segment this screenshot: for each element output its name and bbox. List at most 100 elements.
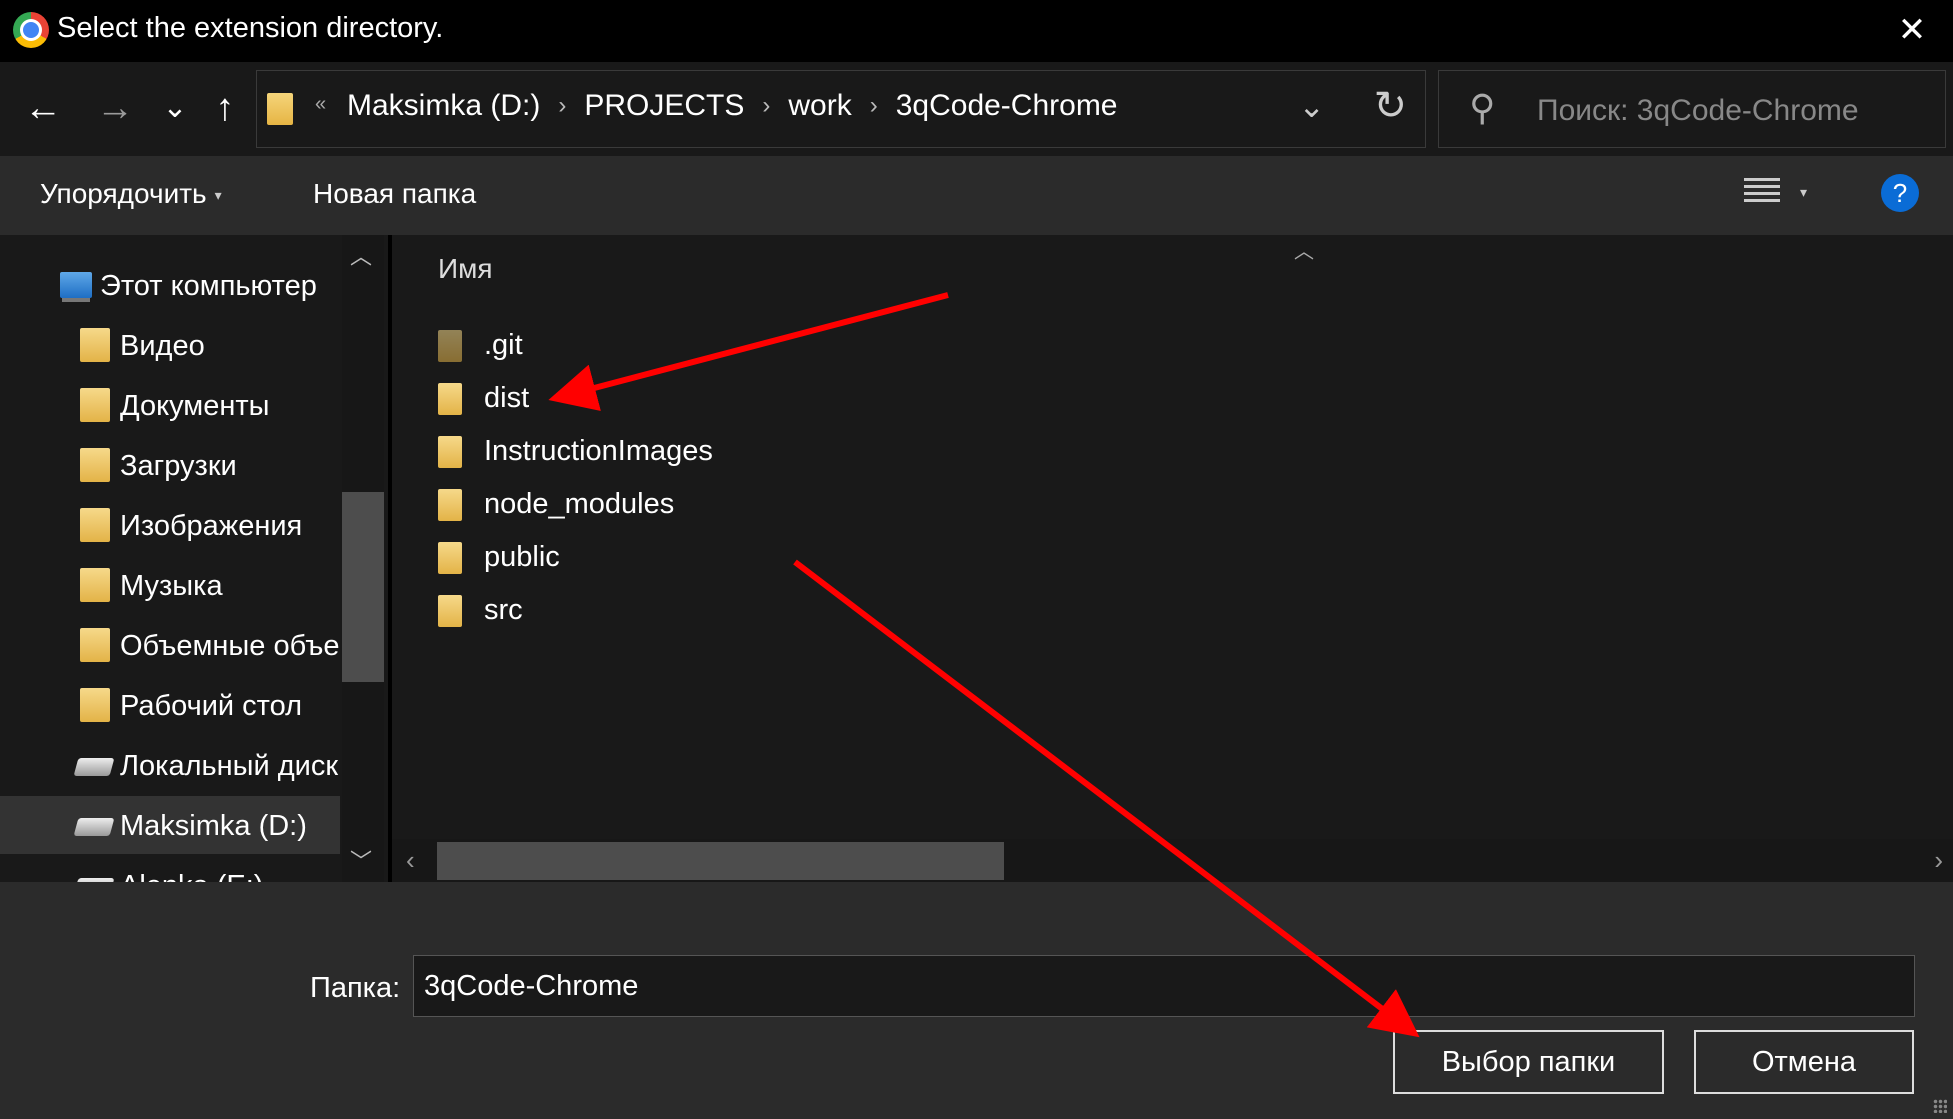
nav-item-label: Музыка	[120, 570, 223, 602]
address-row: ← → ⌄ ↑ « Maksimka (D:) › PROJECTS › wor…	[0, 62, 1953, 156]
organize-label: Упорядочить	[40, 178, 207, 209]
caret-down-icon[interactable]: ▾	[1800, 184, 1807, 201]
folder-icon	[438, 542, 462, 574]
nav-item-label: Alenka (E:)	[120, 870, 263, 882]
breadcrumb-separator-icon[interactable]: ›	[870, 92, 878, 120]
navigation-pane: Этот компьютер Видео Документы Загрузки …	[0, 235, 388, 882]
nav-item-this-pc[interactable]: Этот компьютер	[0, 256, 340, 314]
window-title: Select the extension directory.	[57, 12, 444, 44]
chevron-up-icon[interactable]: ︿	[350, 239, 372, 271]
help-button[interactable]: ?	[1881, 174, 1919, 212]
breadcrumb-item-current[interactable]: 3qCode-Chrome	[896, 89, 1118, 123]
chevron-down-icon[interactable]: ⌄	[1298, 87, 1325, 125]
3d-objects-folder-icon	[80, 628, 110, 662]
organize-button[interactable]: Упорядочить ▾	[40, 178, 222, 210]
breadcrumb-item-work[interactable]: work	[788, 89, 851, 123]
nav-item-music[interactable]: Музыка	[0, 556, 340, 614]
column-header-name[interactable]: Имя	[438, 253, 493, 285]
file-row-node-modules[interactable]: node_modules	[432, 479, 1032, 529]
nav-item-label: Этот компьютер	[100, 270, 317, 302]
new-folder-button[interactable]: Новая папка	[313, 178, 476, 210]
nav-item-label: Maksimka (D:)	[120, 810, 307, 842]
file-name: public	[484, 541, 560, 573]
overflow-chevron-icon[interactable]: «	[315, 93, 326, 116]
nav-item-label: Документы	[120, 390, 270, 422]
file-name: dist	[484, 382, 530, 414]
folder-icon	[438, 383, 462, 415]
nav-item-label: Рабочий стол	[120, 690, 303, 722]
file-row-git[interactable]: .git	[432, 320, 1032, 370]
close-icon[interactable]: ✕	[1893, 11, 1931, 49]
chevron-left-icon[interactable]: ‹	[406, 845, 415, 876]
breadcrumb: Maksimka (D:) › PROJECTS › work › 3qCode…	[347, 89, 1118, 123]
chevron-right-icon[interactable]: ›	[1934, 845, 1943, 876]
nav-item-maksimka-drive[interactable]: Maksimka (D:)	[0, 796, 340, 854]
nav-item-alenka-drive[interactable]: Alenka (E:)	[0, 856, 340, 882]
title-bar: Select the extension directory. ✕	[0, 0, 1953, 62]
forward-arrow-icon[interactable]: →	[90, 84, 140, 132]
nav-item-label: Видео	[120, 330, 205, 362]
address-bar[interactable]: « Maksimka (D:) › PROJECTS › work › 3qCo…	[256, 70, 1426, 148]
file-name: .git	[484, 329, 523, 361]
folder-icon	[267, 93, 293, 125]
vertical-scrollbar[interactable]: ︿ ﹀	[342, 235, 384, 882]
select-folder-button[interactable]: Выбор папки	[1393, 1030, 1664, 1094]
nav-item-label: Изображения	[120, 510, 303, 542]
nav-item-local-disk[interactable]: Локальный диск	[0, 736, 340, 794]
command-bar: Упорядочить ▾ Новая папка ▾	[0, 156, 1953, 235]
nav-item-label: Объемные объе	[120, 630, 340, 662]
nav-item-label: Загрузки	[120, 450, 237, 482]
folder-field-label: Папка:	[310, 972, 401, 1004]
refresh-icon[interactable]: ↻	[1373, 83, 1407, 129]
nav-item-desktop[interactable]: Рабочий стол	[0, 676, 340, 734]
nav-item-downloads[interactable]: Загрузки	[0, 436, 340, 494]
documents-folder-icon	[80, 388, 110, 422]
up-arrow-icon[interactable]: ↑	[200, 84, 250, 132]
file-list-pane: ︿ Имя .git dist InstructionImages node_m…	[392, 235, 1953, 882]
breadcrumb-separator-icon[interactable]: ›	[762, 92, 770, 120]
search-box[interactable]: ⚲	[1438, 70, 1946, 148]
folder-icon	[438, 436, 462, 468]
nav-item-label: Локальный диск	[120, 750, 339, 782]
downloads-folder-icon	[80, 448, 110, 482]
desktop-folder-icon	[80, 688, 110, 722]
nav-item-3d-objects[interactable]: Объемные объе	[0, 616, 340, 674]
computer-icon	[60, 272, 92, 298]
file-name: InstructionImages	[484, 435, 713, 467]
file-row-dist[interactable]: dist	[432, 373, 1032, 423]
sort-ascending-icon: ︿	[1294, 241, 1314, 263]
caret-down-icon: ▾	[214, 187, 222, 204]
chrome-logo-icon	[13, 12, 49, 48]
search-input[interactable]	[1537, 91, 1927, 131]
file-name: src	[484, 594, 523, 626]
cancel-button[interactable]: Отмена	[1694, 1030, 1914, 1094]
chevron-down-icon[interactable]: ﹀	[350, 844, 372, 876]
drive-icon	[73, 818, 115, 836]
resize-grip-icon[interactable]	[1933, 1099, 1947, 1113]
view-options-icon[interactable]	[1744, 178, 1780, 208]
file-row-src[interactable]: src	[432, 585, 1032, 635]
scrollbar-thumb[interactable]	[437, 842, 1004, 880]
folder-icon	[438, 595, 462, 627]
folder-name-input[interactable]	[413, 955, 1915, 1017]
music-folder-icon	[80, 568, 110, 602]
file-name: node_modules	[484, 488, 675, 520]
search-icon: ⚲	[1469, 87, 1496, 128]
folder-icon	[438, 489, 462, 521]
dialog-footer: Папка: Выбор папки Отмена	[0, 882, 1953, 1119]
breadcrumb-separator-icon[interactable]: ›	[558, 92, 566, 120]
local-disk-icon	[73, 758, 115, 776]
back-arrow-icon[interactable]: ←	[18, 84, 68, 132]
breadcrumb-item-projects[interactable]: PROJECTS	[584, 89, 744, 123]
file-row-public[interactable]: public	[432, 532, 1032, 582]
folder-icon	[438, 330, 462, 362]
scrollbar-thumb[interactable]	[342, 492, 384, 682]
file-row-instructionimages[interactable]: InstructionImages	[432, 426, 1032, 476]
nav-item-video[interactable]: Видео	[0, 316, 340, 374]
breadcrumb-item-drive[interactable]: Maksimka (D:)	[347, 89, 540, 123]
horizontal-scrollbar[interactable]: ‹ ›	[392, 839, 1953, 882]
nav-item-pictures[interactable]: Изображения	[0, 496, 340, 554]
recent-locations-icon[interactable]: ⌄	[150, 84, 200, 132]
nav-item-documents[interactable]: Документы	[0, 376, 340, 434]
video-folder-icon	[80, 328, 110, 362]
